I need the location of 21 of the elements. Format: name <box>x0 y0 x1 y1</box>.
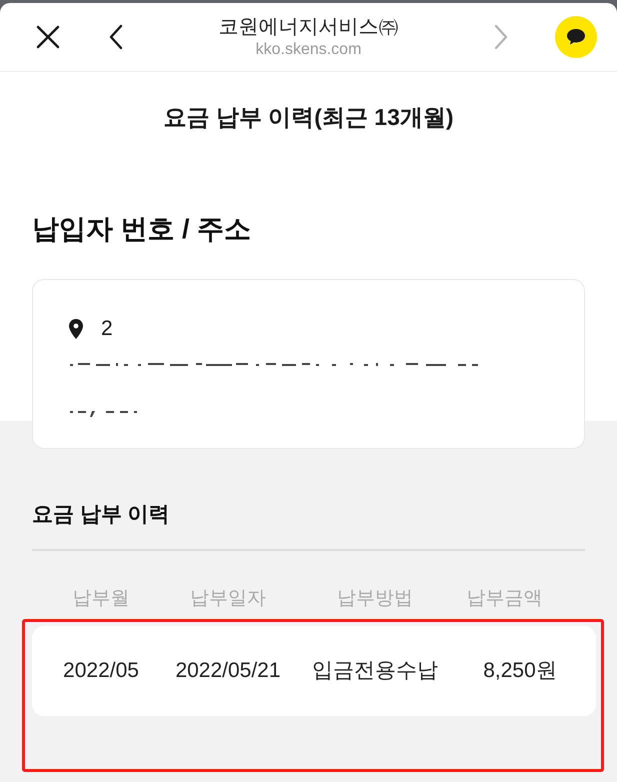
column-header: 납부방법 <box>336 587 414 611</box>
address-text: 2 <box>101 317 113 341</box>
column-header: 납부월 <box>72 587 130 611</box>
chat-bubble-icon[interactable] <box>555 16 597 58</box>
close-icon <box>36 25 60 49</box>
page-title: 요금 납부 이력(최근 13개월) <box>163 103 454 132</box>
section-heading: 납입자 번호 / 주소 <box>32 213 252 246</box>
masked-text-drawing <box>70 411 140 417</box>
section-heading: 요금 납부 이력 <box>32 502 170 528</box>
table-cell-text: 입금전용수납 <box>311 658 439 684</box>
back-icon <box>109 24 123 50</box>
forward-icon <box>494 24 508 50</box>
location-pin-icon <box>69 319 83 339</box>
column-header: 납부금액 <box>466 587 544 611</box>
table-cell-text: 2022/05/21 <box>174 658 282 684</box>
close-button[interactable] <box>34 23 62 51</box>
site-title: 코원에너지서비스㈜ <box>218 15 398 40</box>
table-cell-text: 8,250원 <box>482 658 558 684</box>
site-url: kko.skens.com <box>256 40 362 60</box>
table-cell-text: 2022/05 <box>62 658 140 684</box>
column-header: 납부일자 <box>189 587 267 611</box>
